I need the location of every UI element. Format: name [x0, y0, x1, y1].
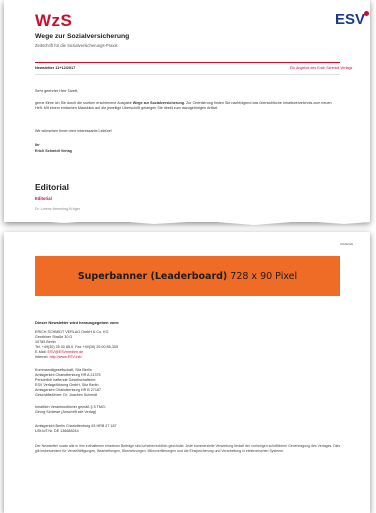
banner-title: Superbanner (Leaderboard)	[77, 270, 228, 282]
company-register-info: Kommanditgesellschaft, Sitz Berlin Amtsg…	[35, 368, 101, 399]
publisher-offer-link[interactable]: Ein Angebot des Erich Schmidt Verlags	[290, 66, 352, 70]
tax-line: USt-IdT.Nr. DE 136688244	[35, 429, 79, 434]
subheader-divider	[35, 74, 340, 75]
copyright-disclaimer: Der Newsletter sowie alle in ihm enthalt…	[35, 444, 341, 454]
wzs-logo[interactable]: WzS	[35, 11, 72, 31]
superbanner-ad[interactable]: Superbanner (Leaderboard) 728 x 90 Pixel	[35, 256, 340, 296]
newsletter-number: Newsletter 11+12/2017	[35, 66, 76, 70]
email-link[interactable]: ESV@ESVmedien.de	[48, 350, 84, 354]
register-line: Geschäftsführer: Dr. Joachim Schmidt	[35, 393, 98, 398]
signature: Erich Schmidt Verlag	[35, 149, 72, 153]
header-divider	[35, 62, 340, 63]
esv-logo[interactable]: ESV	[335, 11, 365, 28]
ad-label: ANZEIGE	[340, 242, 354, 246]
journal-subtitle: Zeitschrift für die Sozialversicherungs-…	[35, 43, 118, 48]
wish-line: Wir wünschen Ihnen eine interessante Lek…	[35, 129, 112, 133]
closing-line: Ihr	[35, 143, 40, 147]
intro-journal-name: Wege zur Sozialversicherung	[132, 101, 184, 105]
newsletter-top-sheet: WzS Wege zur Sozialversicherung Zeitschr…	[4, 0, 370, 225]
website-link[interactable]: http://www.ESV.info	[50, 355, 82, 359]
banner-size: 728 x 90 Pixel	[230, 270, 298, 282]
intro-paragraph: gerne führe ich Sie durch die soeben ers…	[35, 101, 335, 112]
torn-edge-top	[4, 212, 370, 225]
intro-text-start: gerne führe ich Sie durch die soeben ers…	[35, 101, 133, 105]
publisher-heading: Dieser Newsletter wird herausgegeben vom…	[35, 320, 120, 325]
responsible-person-info: Inhaltlich Verantwortlicher gemäß § 5 TM…	[35, 405, 106, 415]
editorial-author: Dr. Lorenz Hemming-Krüger	[35, 207, 80, 211]
esv-logo-dot	[364, 11, 369, 16]
greeting: Sehr geehrter Herr Tarett,	[35, 89, 79, 93]
editorial-heading: Editorial	[35, 182, 70, 192]
responsible-line: Georg Schiewe (Anschrift wie Verlag)	[35, 410, 97, 415]
publisher-address: ERICH SCHMIDT VERLAG GmbH & Co. KG Genth…	[35, 330, 118, 361]
tax-info: Amtsgericht Berlin Charlottenburg 63 HRB…	[35, 424, 117, 434]
journal-title: Wege zur Sozialversicherung	[35, 33, 130, 40]
web-line: Internet: http://www.ESV.info	[35, 355, 82, 360]
newsletter-bottom-sheet: ANZEIGE Superbanner (Leaderboard) 728 x …	[4, 232, 370, 513]
editorial-article-link[interactable]: Editorial	[35, 196, 52, 201]
